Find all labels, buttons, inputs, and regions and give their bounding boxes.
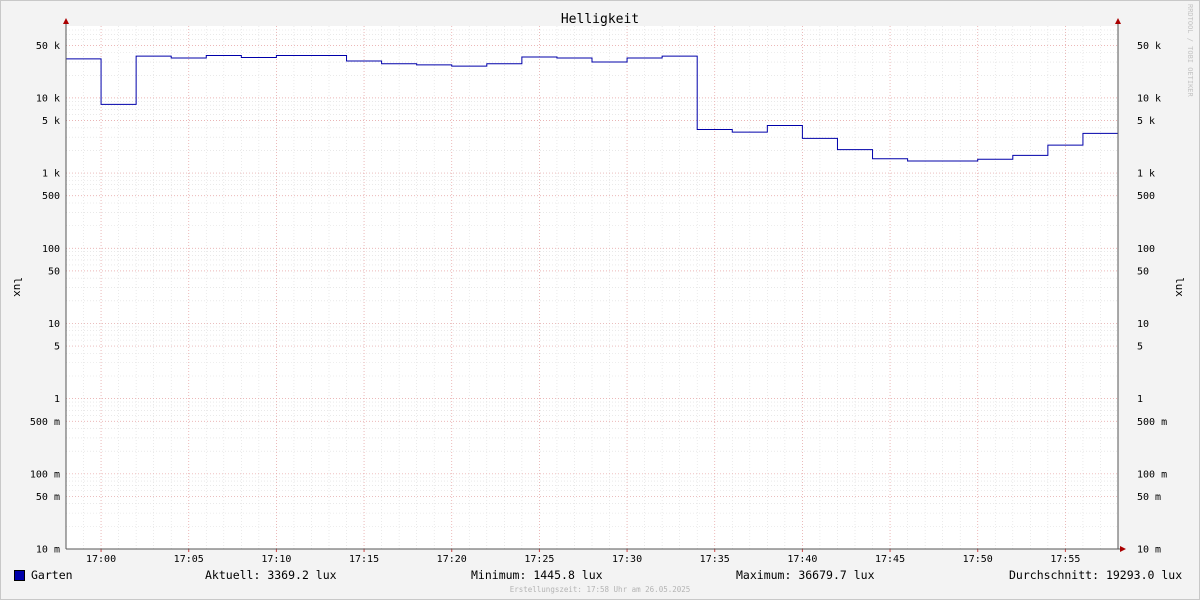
- stat-current-label: Aktuell:: [205, 568, 261, 582]
- stat-maximum-value: 36679.7 lux: [798, 568, 875, 582]
- x-tick-label: 17:30: [612, 554, 642, 565]
- chart-canvas: 17:00 17:05 17:10 17:15 17:20 17:25 17:30 17:35…: [11, 4, 1194, 565]
- stat-current-value: 3369.2 lux: [267, 568, 337, 582]
- x-tick-label: 17:20: [437, 554, 467, 565]
- stat-average-label: Durchschnitt:: [1009, 568, 1100, 582]
- stat-current: Aktuell: 3369.2 lux: [205, 568, 337, 582]
- x-tick-label: 17:15: [349, 554, 379, 565]
- x-tick-label: 17:05: [174, 554, 204, 565]
- x-tick-label: 17:10: [261, 554, 291, 565]
- y-tick-label-right: 10 k: [1137, 93, 1161, 104]
- x-tick-label: 17:55: [1050, 554, 1080, 565]
- grid: [65, 26, 1119, 550]
- y-axis-label-left: lux: [11, 277, 24, 297]
- x-tick-label: 17:50: [963, 554, 993, 565]
- y-tick-label-left: 10 k: [36, 93, 60, 104]
- y-tick-label-right: 50 k: [1137, 41, 1161, 52]
- y-tick-label-right: 100 m: [1137, 469, 1167, 480]
- rrdtool-credit: RRDTOOL / TOBI OETIKER: [1186, 4, 1194, 98]
- x-tick-label: 17:45: [875, 554, 905, 565]
- y-tick-label-right: 50 m: [1137, 492, 1161, 503]
- x-axis-arrow: [1120, 546, 1126, 552]
- y-tick-label-left: 50 m: [36, 492, 60, 503]
- stat-minimum: Minimum: 1445.8 lux: [471, 568, 603, 582]
- stat-maximum-label: Maximum:: [736, 568, 792, 582]
- y-tick-label-right: 10 m: [1137, 545, 1161, 556]
- y-tick-label-right: 1 k: [1137, 169, 1155, 180]
- y-tick-label-left: 5 k: [42, 116, 60, 127]
- y-axis-arrow-left: [63, 18, 69, 24]
- x-tick-label: 17:35: [700, 554, 730, 565]
- stat-maximum: Maximum: 36679.7 lux: [736, 568, 875, 582]
- y-tick-label-left: 1: [54, 394, 60, 405]
- x-tick-label: 17:00: [86, 554, 116, 565]
- chart-title: Helligkeit: [561, 12, 639, 27]
- y-tick-label-left: 5: [54, 342, 60, 353]
- legend-swatch: [14, 569, 25, 581]
- y-tick-label-left: 50 k: [36, 41, 60, 52]
- legend-label: Garten: [31, 568, 73, 582]
- y-tick-label-left: 10 m: [36, 545, 60, 556]
- stat-minimum-label: Minimum:: [471, 568, 527, 582]
- y-tick-label-right: 1: [1137, 394, 1143, 405]
- y-tick-label-left: 50: [48, 266, 60, 277]
- creation-timestamp: Erstellungszeit: 17:58 Uhr am 26.05.2025: [509, 585, 691, 594]
- y-tick-label-right: 500: [1137, 191, 1155, 202]
- y-tick-label-left: 500 m: [30, 417, 60, 428]
- y-tick-label-left: 10: [48, 319, 60, 330]
- x-tick-label: 17:25: [524, 554, 554, 565]
- y-tick-label-right: 5: [1137, 342, 1143, 353]
- x-tick-label: 17:40: [787, 554, 817, 565]
- y-axis-label-right: lux: [1173, 277, 1186, 297]
- y-axis-arrow-right: [1115, 18, 1121, 24]
- legend: Garten: [14, 568, 73, 582]
- y-tick-label-right: 50: [1137, 266, 1149, 277]
- y-tick-label-right: 10: [1137, 319, 1149, 330]
- y-tick-label-right: 500 m: [1137, 417, 1167, 428]
- y-tick-label-right: 5 k: [1137, 116, 1155, 127]
- y-tick-label-left: 1 k: [42, 169, 60, 180]
- y-tick-label-left: 500: [42, 191, 60, 202]
- stat-average-value: 19293.0 lux: [1105, 568, 1183, 582]
- stat-minimum-value: 1445.8 lux: [533, 568, 603, 582]
- stat-average: Durchschnitt: 19293.0 lux: [1009, 568, 1182, 582]
- y-tick-label-right: 100: [1137, 244, 1155, 255]
- y-tick-label-left: 100 m: [30, 469, 60, 480]
- y-tick-label-left: 100: [42, 244, 60, 255]
